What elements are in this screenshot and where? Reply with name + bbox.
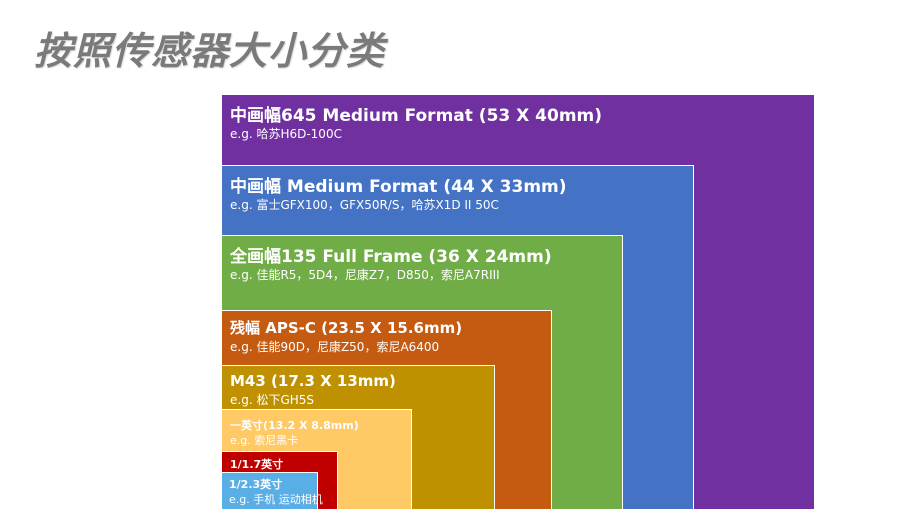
sensor-rect-1-2-3-inch: 1/2.3英寸 e.g. 手机 运动相机 bbox=[221, 472, 323, 510]
sensor-label: M43 (17.3 X 13mm) bbox=[230, 372, 396, 390]
sensor-example: e.g. 佳能R5，5D4，尼康Z7，D850，索尼A7RIII bbox=[230, 268, 500, 282]
sensor-label: 中画幅645 Medium Format (53 X 40mm) bbox=[230, 106, 603, 126]
sensor-example: e.g. 手机 运动相机 bbox=[229, 493, 323, 506]
sensor-label: 1/1.7英寸 bbox=[230, 458, 284, 471]
sensor-label: 一英寸(13.2 X 8.8mm) bbox=[230, 419, 359, 432]
sensor-example: e.g. 佳能90D，尼康Z50，索尼A6400 bbox=[230, 340, 440, 354]
sensor-label: 中画幅 Medium Format (44 X 33mm) bbox=[230, 177, 567, 197]
sensor-label: 1/2.3英寸 bbox=[229, 478, 283, 491]
sensor-example: e.g. 哈苏H6D-100C bbox=[230, 127, 342, 141]
sensor-label: 全画幅135 Full Frame (36 X 24mm) bbox=[230, 247, 552, 267]
sensor-size-diagram: 中画幅645 Medium Format (53 X 40mm) e.g. 哈苏… bbox=[0, 0, 922, 513]
sensor-example: e.g. 松下GH5S bbox=[230, 393, 315, 407]
sensor-label: 残幅 APS-C (23.5 X 15.6mm) bbox=[230, 319, 463, 337]
sensor-example: e.g. 索尼黑卡 bbox=[230, 434, 299, 447]
sensor-example: e.g. 富士GFX100，GFX50R/S，哈苏X1D II 50C bbox=[230, 198, 499, 212]
